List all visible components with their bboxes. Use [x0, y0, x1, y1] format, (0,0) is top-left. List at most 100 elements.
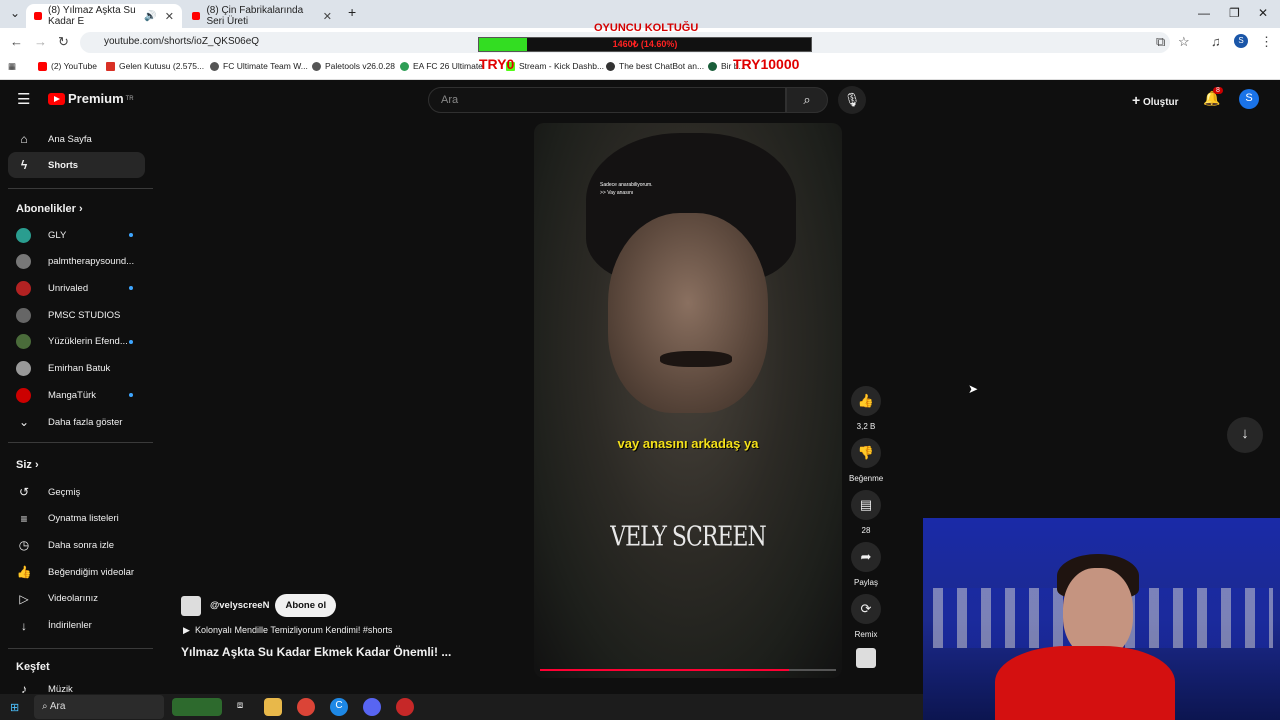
reload-icon[interactable]: ↻ — [58, 34, 69, 50]
sidebar-item-home[interactable]: ⌂ Ana Sayfa — [8, 126, 145, 152]
sidebar-item-downloads[interactable]: ↓ İndirilenler — [8, 613, 145, 639]
channel-avatar — [16, 334, 31, 350]
sidebar-item-label: GLY — [48, 229, 67, 241]
minimize-icon[interactable]: — — [1198, 6, 1210, 20]
create-label: Oluştur — [1142, 97, 1179, 108]
back-icon[interactable]: ← — [10, 34, 23, 49]
sidebar-subscription-item[interactable]: Yüzüklerin Efend... — [8, 329, 145, 355]
subscriptions-header[interactable]: Abonelikler › — [16, 203, 83, 215]
file-explorer-icon[interactable] — [264, 698, 282, 716]
logo-text: Premium — [68, 91, 124, 106]
channel-avatar[interactable] — [181, 595, 201, 616]
bookmark-label: Gelen Kutusu (2.575... — [119, 61, 205, 71]
channel-avatar — [16, 387, 31, 403]
sidebar-item-playlists[interactable]: ≡ Oynatma listeleri — [8, 506, 145, 532]
divider — [8, 648, 153, 649]
new-tab-icon[interactable]: + — [348, 4, 356, 20]
dislike-button[interactable]: 👎 Beğenme — [849, 438, 883, 483]
bookmark-item[interactable]: EA FC 26 Ultimate — [400, 61, 483, 71]
forward-icon[interactable]: → — [34, 34, 47, 49]
chrome-icon[interactable] — [297, 698, 315, 716]
share-button[interactable]: ➦ Paylaş — [849, 542, 883, 587]
taskbar-widget-icon[interactable] — [172, 698, 222, 716]
app-c-icon[interactable]: C — [330, 698, 348, 716]
donation-goal-bar: 1460₺ (14.60%) — [478, 37, 812, 52]
bookmark-label: FC Ultimate Team W... — [223, 61, 308, 71]
restore-icon[interactable]: ❐ — [1229, 6, 1240, 20]
bookmark-item[interactable]: Stream - Kick Dashb... — [506, 61, 604, 71]
task-view-icon[interactable]: ⧈ — [231, 698, 249, 716]
hamburger-menu-icon[interactable]: ☰ — [17, 90, 30, 108]
sidebar-subscription-item[interactable]: GLY — [8, 222, 145, 248]
browser-menu-icon[interactable]: ⋮ — [1260, 34, 1273, 50]
share-label: Paylaş — [853, 578, 878, 587]
apps-icon[interactable]: ▦ — [8, 61, 16, 72]
sidebar-item-history[interactable]: ↺ Geçmiş — [8, 479, 145, 505]
sidebar-subscription-item[interactable]: Emirhan Batuk — [8, 356, 145, 382]
playlist-link[interactable]: ▶ Kolonyalı Mendille Temizliyorum Kendim… — [183, 625, 392, 636]
microphone-icon: 🎙 — [843, 92, 861, 107]
bookmark-star-icon[interactable]: ☆ — [1178, 34, 1190, 50]
tab-active[interactable]: (8) Yılmaz Aşkta Su Kadar E 🔊 ✕ — [26, 4, 182, 28]
sidebar-subscription-item[interactable]: Unrivaled — [8, 275, 145, 301]
you-header[interactable]: Siz › — [16, 459, 39, 471]
tab-search-icon[interactable]: ⌄ — [10, 6, 20, 20]
comments-button[interactable]: ▤ 28 — [849, 490, 883, 535]
sound-thumbnail[interactable] — [849, 648, 883, 668]
tab-title: (8) Yılmaz Aşkta Su Kadar E — [48, 5, 136, 27]
sidebar-subscription-item[interactable]: PMSC STUDIOS — [8, 302, 145, 328]
donation-goal-title: OYUNCU KOLTUĞU — [594, 22, 699, 34]
install-app-icon[interactable]: ⧉ — [1156, 34, 1165, 50]
media-control-icon[interactable]: ♫ — [1211, 34, 1221, 49]
recording-app-icon[interactable] — [396, 698, 414, 716]
video-progress-bar[interactable] — [540, 669, 836, 671]
youtube-logo[interactable]: Premium TR — [48, 91, 134, 106]
like-button[interactable]: 👍 3,2 B — [849, 386, 883, 431]
close-tab-icon[interactable]: ✕ — [165, 10, 174, 23]
channel-name[interactable]: @velyscreeN — [210, 600, 269, 611]
search-input[interactable]: Ara — [428, 87, 786, 113]
notifications-button[interactable]: 🔔 8 — [1203, 87, 1223, 107]
remix-button[interactable]: ⟳ Remix — [849, 594, 883, 639]
close-tab-icon[interactable]: ✕ — [323, 10, 332, 23]
region-code: TR — [125, 95, 134, 102]
account-avatar[interactable]: S — [1239, 89, 1259, 109]
sidebar-subscription-item[interactable]: palmtherapysound... — [8, 249, 145, 275]
sidebar-item-music[interactable]: ♪ Müzik — [8, 676, 145, 695]
taskbar-search[interactable]: ⌕ Ara — [34, 695, 164, 719]
windows-start-icon[interactable]: ⊞ — [10, 701, 19, 714]
new-content-dot — [129, 286, 133, 291]
bookmark-item[interactable]: FC Ultimate Team W... — [210, 61, 308, 71]
sidebar-item-label: Unrivaled — [48, 282, 89, 294]
voice-search-button[interactable]: 🎙 — [838, 86, 866, 114]
video-title[interactable]: Yılmaz Aşkta Su Kadar Ekmek Kadar Önemli… — [181, 645, 451, 659]
show-more-button[interactable]: ⌄ Daha fazla göster — [8, 409, 145, 435]
sidebar-subscription-item[interactable]: MangaTürk — [8, 382, 145, 408]
chevron-right-icon: › — [34, 459, 39, 471]
sidebar-item-label: Müzik — [48, 683, 73, 695]
bookmark-item[interactable]: (2) YouTube — [38, 61, 97, 71]
create-button[interactable]: + Oluştur — [1132, 92, 1179, 108]
sidebar-item-liked[interactable]: 👍 Beğendiğim videolar — [8, 559, 145, 585]
donation-goal-min: TRY0 — [479, 56, 515, 72]
liked-icon: 👍 — [16, 565, 32, 580]
discord-icon[interactable] — [363, 698, 381, 716]
divider — [8, 442, 153, 443]
play-icon: ▶ — [183, 625, 190, 635]
search-button[interactable]: ⌕ — [786, 87, 828, 113]
bookmark-item[interactable]: The best ChatBot an... — [606, 61, 704, 71]
profile-avatar[interactable]: S — [1234, 34, 1248, 48]
bookmark-item[interactable]: Gelen Kutusu (2.575... — [106, 61, 204, 71]
subscribe-button[interactable]: Abone ol — [275, 594, 337, 617]
next-short-button[interactable]: ↓ — [1227, 417, 1263, 453]
sidebar-item-shorts[interactable]: ϟ Shorts — [8, 152, 145, 178]
short-video-player[interactable]: Sadece anarabiliyorum. >> Vay anasını va… — [534, 123, 842, 678]
bookmark-item[interactable]: Paletools v26.0.28 — [312, 61, 395, 71]
sidebar-item-your-videos[interactable]: ▷ Videolarınız — [8, 586, 145, 612]
close-window-icon[interactable]: ✕ — [1258, 6, 1268, 20]
search-icon: ⌕ — [803, 92, 811, 107]
tab-second[interactable]: (8) Çin Fabrikalarında Seri Üreti ✕ — [184, 4, 340, 28]
sidebar-item-watch-later[interactable]: ◷ Daha sonra izle — [8, 532, 145, 558]
playlist-title: Kolonyalı Mendille Temizliyorum Kendimi!… — [194, 625, 393, 635]
sidebar-item-label: Beğendiğim videolar — [48, 566, 135, 578]
